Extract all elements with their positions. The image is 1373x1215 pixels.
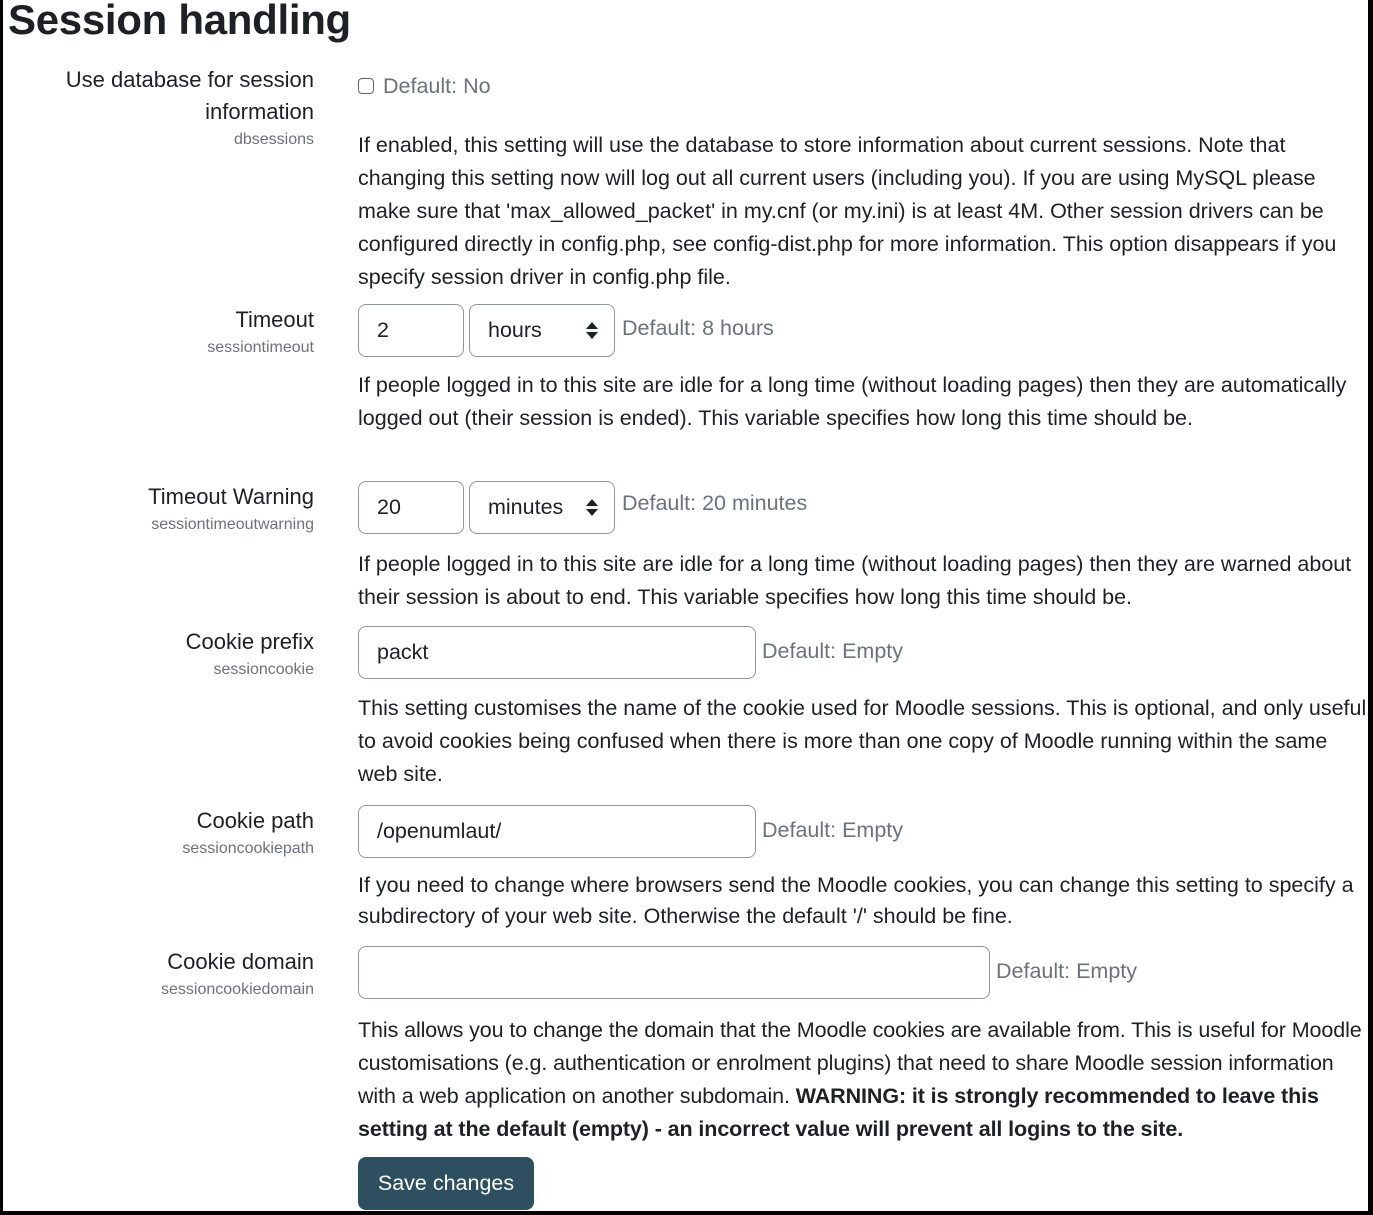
- default-value: Default: Empty: [762, 818, 903, 842]
- setting-description: If people logged in to this site are idl…: [358, 373, 1347, 430]
- default-value: Default: No: [383, 74, 491, 98]
- setting-label: Cookie path: [196, 808, 314, 833]
- default-value: Default: 20 minutes: [622, 491, 808, 515]
- setting-key: sessiontimeout: [207, 339, 314, 356]
- setting-description: If enabled, this setting will use the da…: [358, 133, 1337, 289]
- setting-label: Use database for session: [65, 67, 314, 92]
- cookie-prefix-input[interactable]: packt: [358, 626, 756, 679]
- selected-option: minutes: [488, 495, 564, 519]
- setting-description: If people logged in to this site are idl…: [358, 552, 1352, 609]
- admin-settings-page: Session handling Use database for sessio…: [3, 0, 1368, 1211]
- timeout-value-input[interactable]: 2: [358, 304, 464, 357]
- setting-description: If you need to change where browsers sen…: [358, 873, 1354, 928]
- cookie-domain-input[interactable]: [358, 946, 990, 999]
- default-value: Default: Empty: [996, 959, 1137, 983]
- select-arrows-icon: [586, 322, 598, 339]
- setting-key: sessioncookie: [213, 661, 315, 678]
- timeout-unit-select[interactable]: hours: [469, 304, 615, 357]
- save-changes-button[interactable]: Save changes: [358, 1157, 534, 1210]
- setting-key: sessioncookiepath: [182, 840, 314, 857]
- setting-label: Cookie domain: [167, 949, 314, 974]
- page-title: Session handling: [8, 0, 351, 43]
- select-arrows-icon: [586, 499, 598, 516]
- setting-description: This setting customises the name of the …: [358, 696, 1367, 786]
- setting-key: sessioncookiedomain: [161, 981, 314, 998]
- setting-label: Timeout Warning: [148, 484, 314, 509]
- cookie-path-input[interactable]: /openumlaut/: [358, 805, 756, 858]
- dbsessions-checkbox[interactable]: [358, 78, 374, 94]
- default-value: Default: 8 hours: [622, 316, 774, 340]
- selected-option: hours: [488, 318, 542, 342]
- setting-description: This allows you to change the domain tha…: [358, 1014, 1368, 1146]
- setting-key: sessiontimeoutwarning: [151, 516, 314, 533]
- setting-label: Timeout: [235, 307, 314, 332]
- default-value: Default: Empty: [762, 639, 903, 663]
- setting-label-cont: information: [205, 99, 314, 124]
- timeout-warning-unit-select[interactable]: minutes: [469, 481, 615, 534]
- timeout-warning-value-input[interactable]: 20: [358, 481, 464, 534]
- setting-key: dbsessions: [233, 131, 314, 148]
- setting-label: Cookie prefix: [185, 629, 314, 654]
